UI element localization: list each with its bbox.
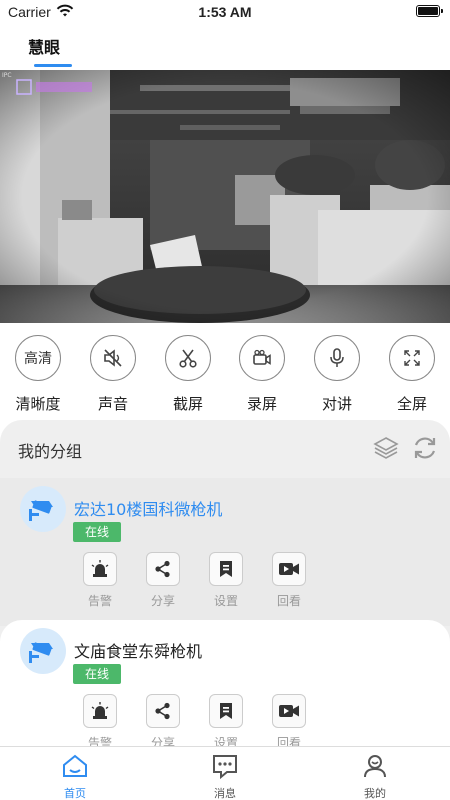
settings-list-icon: [209, 552, 243, 586]
speaker-mute-icon[interactable]: [90, 335, 136, 381]
settings-button[interactable]: 设置: [203, 694, 249, 750]
screenshot-label: 截屏: [172, 395, 203, 413]
refresh-icon[interactable]: [411, 434, 439, 466]
hd-text-icon[interactable]: 高清: [15, 335, 61, 381]
tab-mine-label: 我的: [364, 787, 386, 800]
status-badge: 在线: [73, 522, 122, 542]
settings-button[interactable]: 设置: [203, 552, 249, 609]
intercom-control[interactable]: 对讲: [307, 332, 367, 414]
fullscreen-label: 全屏: [396, 395, 427, 413]
cctv-camera-icon: [20, 628, 66, 674]
quality-control[interactable]: 高清 清晰度: [8, 332, 68, 414]
top-tab-huiyan[interactable]: 慧眼: [28, 34, 60, 58]
quality-value: 高清: [24, 351, 52, 367]
playback-label: 回看: [276, 594, 301, 608]
siren-icon: [83, 552, 117, 586]
playback-icon: [272, 694, 306, 728]
camera-name[interactable]: 宏达10楼国科微枪机: [74, 496, 222, 520]
alarm-label: 告警: [87, 594, 112, 608]
scissors-icon[interactable]: [165, 335, 211, 381]
record-label: 录屏: [246, 395, 277, 413]
message-icon: [213, 755, 237, 780]
tab-home-label: 首页: [64, 787, 86, 800]
sound-label: 声音: [97, 395, 128, 413]
siren-icon: [83, 694, 117, 728]
playback-button[interactable]: 回看: [266, 694, 312, 750]
layers-icon[interactable]: [372, 434, 400, 466]
tab-home[interactable]: 首页: [45, 753, 105, 800]
bottom-tab-bar: 首页 消息 我的: [0, 746, 450, 800]
screenshot-control[interactable]: 截屏: [158, 332, 218, 414]
video-camera-icon[interactable]: [239, 335, 285, 381]
share-icon: [146, 552, 180, 586]
share-button[interactable]: 分享: [140, 694, 186, 750]
player-controls: 高清 清晰度 声音 截屏 录屏 对讲 全屏: [0, 332, 450, 417]
camera-card[interactable]: 文庙食堂东舜枪机 在线 告警 分享 设置 回看: [0, 620, 450, 750]
record-control[interactable]: 录屏: [232, 332, 292, 414]
top-tab-indicator: [34, 64, 72, 67]
clock: 1:53 AM: [198, 4, 252, 20]
tab-messages-label: 消息: [214, 787, 236, 800]
battery-icon: [416, 5, 443, 17]
fullscreen-control[interactable]: 全屏: [382, 332, 442, 414]
alarm-button[interactable]: 告警: [77, 694, 123, 750]
share-label: 分享: [150, 594, 175, 608]
tab-mine[interactable]: 我的: [345, 753, 405, 800]
intercom-label: 对讲: [321, 395, 352, 413]
share-button[interactable]: 分享: [140, 552, 186, 609]
playback-icon: [272, 552, 306, 586]
status-badge: 在线: [73, 664, 122, 684]
cctv-camera-icon: [20, 486, 66, 532]
status-bar: Carrier 1:53 AM: [0, 0, 450, 24]
settings-label: 设置: [213, 594, 238, 608]
video-watermark: IPC: [2, 72, 12, 79]
user-icon: [364, 755, 386, 778]
fullscreen-icon[interactable]: [389, 335, 435, 381]
camera-card[interactable]: 宏达10楼国科微枪机 在线 告警 分享 设置 回看: [0, 478, 450, 626]
tab-messages[interactable]: 消息: [195, 753, 255, 800]
camera-name[interactable]: 文庙食堂东舜枪机: [74, 638, 202, 662]
microphone-icon[interactable]: [314, 335, 360, 381]
group-title: 我的分组: [18, 442, 83, 461]
video-feed[interactable]: IPC: [0, 70, 450, 323]
share-icon: [146, 694, 180, 728]
home-icon: [63, 754, 87, 777]
alarm-button[interactable]: 告警: [77, 552, 123, 609]
sound-control[interactable]: 声音: [83, 332, 143, 414]
playback-button[interactable]: 回看: [266, 552, 312, 609]
settings-list-icon: [209, 694, 243, 728]
group-panel: 我的分组 宏达10楼国科微枪机 在线 告警 分享 设置 回看 文庙食堂东舜枪机 …: [0, 420, 450, 750]
quality-label: 清晰度: [15, 395, 61, 413]
